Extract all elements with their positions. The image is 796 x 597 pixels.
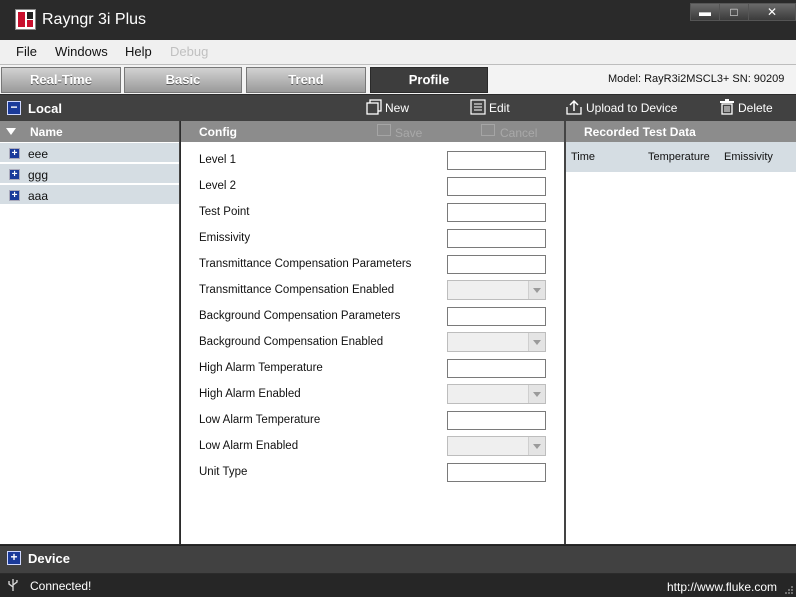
expand-device-icon[interactable]: + <box>7 551 21 565</box>
level-2-label: Level 2 <box>199 180 237 192</box>
list-item[interactable] <box>0 185 179 205</box>
trash-icon[interactable] <box>719 99 735 115</box>
device-section-bar <box>0 545 796 573</box>
low-alarm-enabled-label: Low Alarm Enabled <box>199 440 299 452</box>
emissivity-field[interactable] <box>447 229 546 248</box>
resize-grip-icon[interactable] <box>783 584 794 595</box>
new-button[interactable]: New <box>385 101 409 115</box>
expand-icon[interactable]: + <box>9 190 20 201</box>
upload-icon[interactable] <box>566 99 582 115</box>
high-alarm-enabled-select[interactable] <box>447 384 546 404</box>
save-button: Save <box>395 126 423 140</box>
background-params-field[interactable] <box>447 307 546 326</box>
chevron-down-icon[interactable] <box>528 333 545 351</box>
model-serial-info: Model: RayR3i2MSCL3+ SN: 90209 <box>608 73 785 85</box>
test-point-field[interactable] <box>447 203 546 222</box>
new-icon[interactable] <box>366 99 382 115</box>
device-section-label: Device <box>28 551 70 566</box>
high-alarm-temp-field[interactable] <box>447 359 546 378</box>
emissivity-label: Emissivity <box>199 232 251 244</box>
list-item[interactable] <box>0 164 179 184</box>
low-alarm-temp-label: Low Alarm Temperature <box>199 414 321 426</box>
recorded-data-panel <box>566 121 796 544</box>
cancel-icon <box>481 124 495 136</box>
edit-button[interactable]: Edit <box>489 101 510 115</box>
unit-type-field[interactable] <box>447 463 546 482</box>
background-params-label: Background Compensation Parameters <box>199 310 401 322</box>
upload-to-device-button[interactable]: Upload to Device <box>586 101 677 115</box>
transmittance-params-field[interactable] <box>447 255 546 274</box>
delete-button[interactable]: Delete <box>738 101 773 115</box>
tab-real-time[interactable]: Real-Time <box>1 67 121 93</box>
background-enabled-label: Background Compensation Enabled <box>199 336 384 348</box>
level-2-field[interactable] <box>447 177 546 196</box>
recorded-header-label: Recorded Test Data <box>584 125 696 139</box>
close-button[interactable]: ✕ <box>748 3 796 21</box>
expand-icon[interactable]: + <box>9 169 20 180</box>
background-enabled-select[interactable] <box>447 332 546 352</box>
level-1-label: Level 1 <box>199 154 237 166</box>
low-alarm-enabled-select[interactable] <box>447 436 546 456</box>
list-item-label: eee <box>28 147 49 161</box>
name-column-header[interactable] <box>0 121 179 142</box>
column-emissivity[interactable]: Emissivity <box>724 151 773 163</box>
list-item-label: ggg <box>28 168 49 182</box>
sort-down-icon[interactable] <box>6 128 16 135</box>
level-1-field[interactable] <box>447 151 546 170</box>
fluke-link[interactable]: http://www.fluke.com <box>667 580 777 594</box>
low-alarm-temp-field[interactable] <box>447 411 546 430</box>
local-section-label: Local <box>28 101 62 116</box>
column-time[interactable]: Time <box>571 151 595 163</box>
chevron-down-icon[interactable] <box>528 281 545 299</box>
tab-profile[interactable]: Profile <box>370 67 488 93</box>
tab-basic[interactable]: Basic <box>124 67 242 93</box>
column-temperature[interactable]: Temperature <box>648 151 710 163</box>
expand-icon[interactable]: + <box>9 148 20 159</box>
menu-file[interactable]: File <box>16 44 37 59</box>
transmittance-enabled-select[interactable] <box>447 280 546 300</box>
config-header-label: Config <box>199 125 237 139</box>
name-header-label: Name <box>30 125 63 139</box>
list-item[interactable] <box>0 143 179 163</box>
high-alarm-temp-label: High Alarm Temperature <box>199 362 323 374</box>
window-title: Rayngr 3i Plus <box>42 11 147 28</box>
menu-debug: Debug <box>170 44 209 59</box>
transmittance-params-label: Transmittance Compensation Parameters <box>199 258 412 270</box>
menu-help[interactable]: Help <box>125 44 152 59</box>
menu-bar <box>0 40 796 64</box>
cancel-button: Cancel <box>500 126 538 140</box>
edit-icon[interactable] <box>470 99 486 115</box>
collapse-local-icon[interactable]: − <box>7 101 21 115</box>
high-alarm-enabled-label: High Alarm Enabled <box>199 388 301 400</box>
menu-windows[interactable]: Windows <box>55 44 108 59</box>
transmittance-enabled-label: Transmittance Compensation Enabled <box>199 284 395 296</box>
unit-type-label: Unit Type <box>199 466 248 478</box>
save-icon <box>377 124 391 136</box>
test-point-label: Test Point <box>199 206 250 218</box>
app-logo-icon <box>15 9 36 30</box>
chevron-down-icon[interactable] <box>528 437 545 455</box>
usb-icon <box>8 579 18 591</box>
connection-status: Connected! <box>30 579 92 593</box>
tab-trend[interactable]: Trend <box>246 67 366 93</box>
list-item-label: aaa <box>28 189 49 203</box>
chevron-down-icon[interactable] <box>528 385 545 403</box>
minimize-button[interactable]: ▬ <box>690 3 720 21</box>
maximize-button[interactable]: □ <box>719 3 749 21</box>
